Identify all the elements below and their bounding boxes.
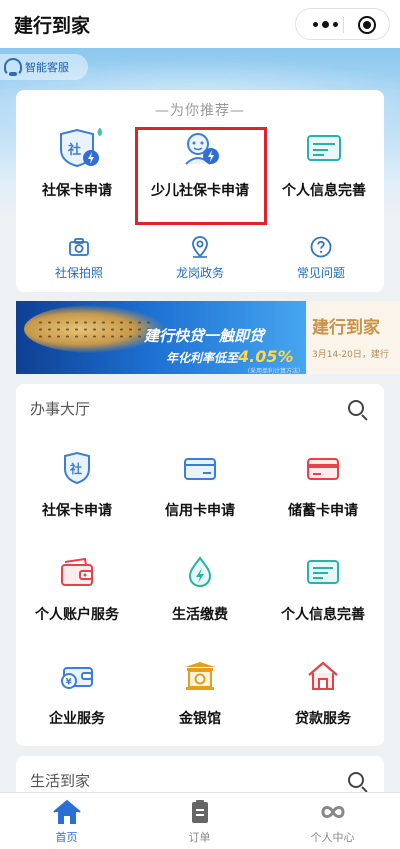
recommend-sub-faq[interactable]: 常见问题 xyxy=(266,235,376,281)
recommend-item-label: 个人信息完善 xyxy=(282,183,366,199)
dot-icon xyxy=(321,20,329,28)
search-icon[interactable] xyxy=(348,772,364,788)
tab-orders[interactable]: 订单 xyxy=(133,793,266,845)
gold-silver-hall-icon xyxy=(183,660,217,692)
mini-program-capsule xyxy=(295,8,390,40)
hall-item-loan[interactable]: 贷款服务 xyxy=(262,660,384,728)
next-promo-banner[interactable]: 建行到家 3月14-20日，建行 xyxy=(308,301,400,374)
hall-item-account-service[interactable]: 个人账户服务 xyxy=(16,556,138,624)
utility-payment-icon xyxy=(183,556,217,588)
hall-item-social-card[interactable]: 社 社保卡申请 xyxy=(16,452,138,520)
top-bar: 建行到家 xyxy=(0,0,400,48)
hall-item-label: 储蓄卡申请 xyxy=(288,503,358,519)
hall-item-gold-silver[interactable]: 金银馆 xyxy=(139,660,261,728)
more-options-button[interactable] xyxy=(308,9,342,39)
hall-item-label: 社保卡申请 xyxy=(42,503,112,519)
highlight-box xyxy=(135,127,267,225)
banner-rate-prefix: 年化利率低至 xyxy=(166,351,239,365)
service-hall-title: 办事大厅 xyxy=(30,400,91,418)
hall-item-label: 个人信息完善 xyxy=(281,607,365,623)
hall-item-label: 生活缴费 xyxy=(172,607,228,623)
hall-item-label: 个人账户服务 xyxy=(35,607,119,623)
customer-service-button[interactable]: 智能客服 xyxy=(0,54,88,80)
svg-text:¥: ¥ xyxy=(66,678,73,688)
enterprise-wallet-icon: ¥ xyxy=(60,660,94,692)
order-icon xyxy=(186,799,214,825)
capsule-divider xyxy=(343,17,344,33)
hall-item-utility-payment[interactable]: 生活缴费 xyxy=(139,556,261,624)
app-title: 建行到家 xyxy=(14,15,91,37)
recommend-item-social-card[interactable]: 社 社保卡申请 xyxy=(17,128,137,200)
life-section-title: 生活到家 xyxy=(30,772,91,790)
personal-info-card-icon xyxy=(298,128,350,168)
recommend-sub-label: 社保拍照 xyxy=(54,266,103,280)
customer-service-label: 智能客服 xyxy=(25,61,69,74)
banner-note: （采用单利计算方法） xyxy=(244,368,305,374)
tab-label: 首页 xyxy=(55,831,78,844)
debit-card-icon xyxy=(306,452,340,484)
recommend-sub-label: 常见问题 xyxy=(296,266,345,280)
banner-headline: 建行快贷一触即贷 xyxy=(144,327,265,345)
hall-item-label: 贷款服务 xyxy=(295,711,351,727)
cheetah-spots xyxy=(36,319,156,341)
camera-icon xyxy=(67,235,91,259)
search-icon[interactable] xyxy=(348,400,364,416)
home-icon xyxy=(52,799,81,825)
wallet-icon xyxy=(60,556,94,588)
hall-item-label: 金银馆 xyxy=(179,711,221,727)
dot-icon xyxy=(312,21,318,27)
hall-item-personal-info[interactable]: 个人信息完善 xyxy=(262,556,384,624)
service-hall-card: 办事大厅 社 社保卡申请 信用卡申请 储蓄卡申请 个人账户服务 生活缴费 个人信… xyxy=(16,384,384,746)
question-icon xyxy=(309,235,333,259)
social-security-icon: 社 xyxy=(60,452,94,484)
recommend-sub-longgang[interactable]: 龙岗政务 xyxy=(145,235,255,281)
personal-info-icon xyxy=(306,556,340,588)
banner-rate-value: 4.05% xyxy=(238,347,294,366)
hall-item-credit-card[interactable]: 信用卡申请 xyxy=(139,452,261,520)
next-banner-date: 3月14-20日，建行 xyxy=(312,350,389,360)
social-security-card-icon: 社 xyxy=(51,128,103,168)
government-location-icon xyxy=(188,235,212,259)
svg-text:社: 社 xyxy=(69,461,82,476)
loan-promo-banner[interactable]: 建行快贷一触即贷 年化利率低至4.05% （采用单利计算方法） xyxy=(16,301,306,374)
recommend-sub-label: 龙岗政务 xyxy=(175,266,224,280)
recommend-item-personal-info[interactable]: 个人信息完善 xyxy=(264,128,384,200)
recommend-sub-photo[interactable]: 社保拍照 xyxy=(24,235,134,281)
hall-item-label: 信用卡申请 xyxy=(165,503,235,519)
close-mini-program-icon[interactable] xyxy=(358,16,376,34)
tab-label: 个人中心 xyxy=(310,831,355,844)
next-banner-title: 建行到家 xyxy=(312,318,380,338)
recommend-title: —为你推荐— xyxy=(155,103,245,119)
hall-item-enterprise[interactable]: ¥ 企业服务 xyxy=(16,660,138,728)
tab-home[interactable]: 首页 xyxy=(0,793,133,845)
recommend-item-label: 社保卡申请 xyxy=(42,183,112,199)
bottom-tab-bar: 首页 订单 个人中心 xyxy=(0,792,400,849)
tab-profile[interactable]: 个人中心 xyxy=(266,793,399,845)
profile-icon xyxy=(319,799,347,825)
headset-icon xyxy=(4,58,22,76)
credit-card-icon xyxy=(183,452,217,484)
dot-icon xyxy=(332,21,338,27)
banner-rate: 年化利率低至4.05% xyxy=(166,347,294,366)
hall-item-label: 企业服务 xyxy=(49,711,105,727)
loan-house-icon xyxy=(306,660,340,692)
svg-text:社: 社 xyxy=(67,142,81,158)
tab-label: 订单 xyxy=(188,831,211,844)
hall-item-debit-card[interactable]: 储蓄卡申请 xyxy=(262,452,384,520)
